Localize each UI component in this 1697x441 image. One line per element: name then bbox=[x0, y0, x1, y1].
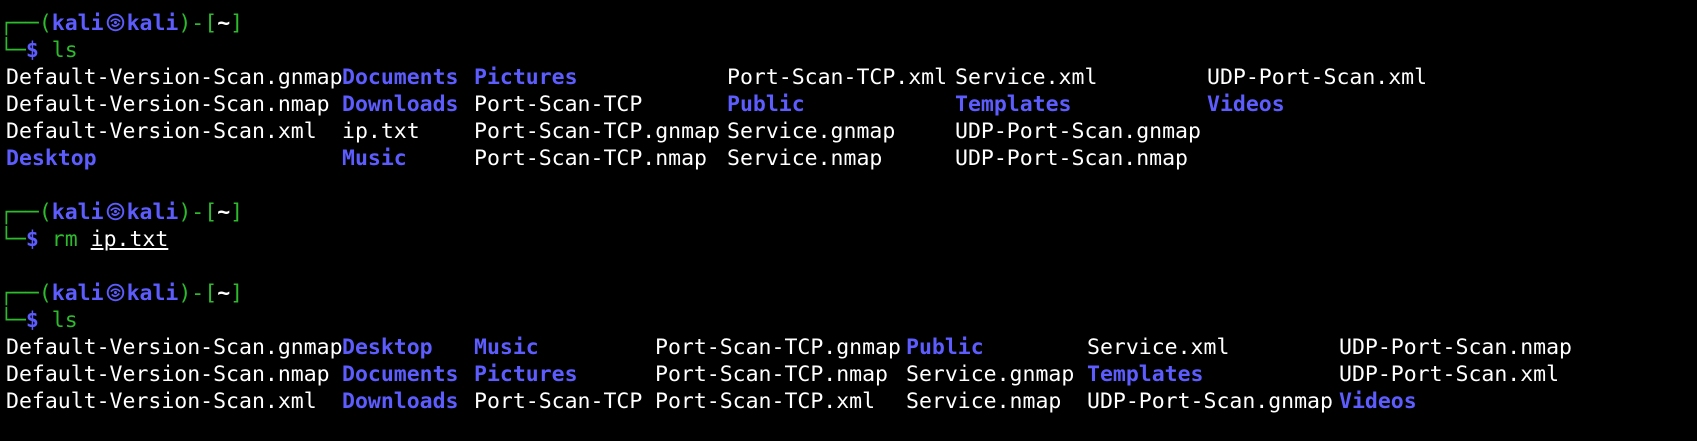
ls-file-entry: Port-Scan-TCP bbox=[474, 389, 643, 414]
ls-directory-entry: Music bbox=[474, 335, 539, 360]
ls-output-row: Default-Version-Scan.nmap Documents Pictur… bbox=[0, 361, 1697, 388]
ls-file-entry: Port-Scan-TCP bbox=[474, 92, 643, 117]
prompt-bracket: ] bbox=[230, 11, 244, 36]
prompt-corner-bottom: └─ bbox=[0, 227, 26, 252]
ls-file-entry: Service.xml bbox=[1087, 335, 1230, 360]
prompt-cwd: ~ bbox=[217, 11, 231, 36]
ls-file-entry: Service.xml bbox=[955, 65, 1098, 90]
ls-directory-entry: Documents bbox=[342, 65, 459, 90]
kali-skull-icon bbox=[106, 12, 125, 32]
kali-skull-icon bbox=[106, 282, 125, 302]
ls-directory-entry: Desktop bbox=[6, 146, 97, 171]
prompt-dollar: $ bbox=[25, 38, 39, 63]
prompt-paren: )-[ bbox=[178, 200, 218, 225]
prompt-line: ┌──(kali kali)-[~] bbox=[0, 199, 1697, 226]
kali-skull-icon bbox=[106, 201, 125, 221]
ls-directory-entry: Videos bbox=[1339, 389, 1417, 414]
ls-file-entry: Port-Scan-TCP.gnmap bbox=[474, 119, 720, 144]
prompt-paren: )-[ bbox=[178, 11, 218, 36]
ls-file-entry: Service.gnmap bbox=[906, 362, 1075, 387]
ls-directory-entry: Downloads bbox=[342, 92, 459, 117]
ls-output-row: Default-Version-Scan.gnmap Documents Pictu… bbox=[0, 64, 1697, 91]
command-line[interactable]: └─$ ls bbox=[0, 37, 1697, 64]
ls-file-entry: Default-Version-Scan.xml bbox=[6, 119, 317, 144]
ls-file-entry: Port-Scan-TCP.nmap bbox=[474, 146, 707, 171]
ls-output-row: Default-Version-Scan.gnmap Desktop Music Po… bbox=[0, 334, 1697, 361]
ls-directory-entry: Videos bbox=[1207, 92, 1285, 117]
ls-file-entry: Service.nmap bbox=[727, 146, 883, 171]
ls-file-entry: Port-Scan-TCP.xml bbox=[727, 65, 948, 90]
ls-file-entry: ip.txt bbox=[342, 119, 420, 144]
ls-directory-entry: Public bbox=[727, 92, 805, 117]
prompt-dollar: $ bbox=[25, 308, 39, 333]
ls-output-row: Default-Version-Scan.xml Downloads Port-Sc… bbox=[0, 388, 1697, 415]
prompt-corner-top: ┌──( bbox=[0, 281, 52, 306]
ls-file-entry: Service.nmap bbox=[906, 389, 1062, 414]
prompt-line: ┌──(kali kali)-[~] bbox=[0, 10, 1697, 37]
command-name: rm bbox=[51, 227, 78, 252]
ls-file-entry: UDP-Port-Scan.nmap bbox=[955, 146, 1188, 171]
prompt-user: kali bbox=[51, 11, 104, 36]
prompt-corner-top: ┌──( bbox=[0, 11, 52, 36]
command-args: ip.txt bbox=[90, 227, 169, 252]
ls-directory-entry: Public bbox=[906, 335, 984, 360]
ls-file-entry: UDP-Port-Scan.gnmap bbox=[1087, 389, 1333, 414]
ls-output-row: Default-Version-Scan.xml ip.txt Port-Scan-… bbox=[0, 118, 1697, 145]
prompt-dollar: $ bbox=[25, 227, 39, 252]
prompt-corner-bottom: └─ bbox=[0, 38, 26, 63]
command-line[interactable]: └─$ ls bbox=[0, 307, 1697, 334]
ls-file-entry: Default-Version-Scan.gnmap bbox=[6, 335, 343, 360]
ls-file-entry: Port-Scan-TCP.gnmap bbox=[655, 335, 901, 360]
ls-file-entry: Default-Version-Scan.nmap bbox=[6, 92, 330, 117]
prompt-corner-bottom: └─ bbox=[0, 308, 26, 333]
prompt-host: kali bbox=[126, 281, 179, 306]
prompt-line: ┌──(kali kali)-[~] bbox=[0, 280, 1697, 307]
ls-directory-entry: Pictures bbox=[474, 65, 578, 90]
prompt-user: kali bbox=[51, 281, 104, 306]
ls-file-entry: UDP-Port-Scan.nmap bbox=[1339, 335, 1572, 360]
ls-file-entry: Port-Scan-TCP.nmap bbox=[655, 362, 888, 387]
ls-file-entry: UDP-Port-Scan.xml bbox=[1207, 65, 1428, 90]
ls-output-row: Desktop Music Port-Scan-TCP.nmap Service.nm… bbox=[0, 145, 1697, 172]
prompt-user: kali bbox=[51, 200, 104, 225]
command-name: ls bbox=[51, 308, 78, 333]
ls-file-entry: Default-Version-Scan.gnmap bbox=[6, 65, 343, 90]
ls-directory-entry: Templates bbox=[955, 92, 1072, 117]
prompt-host: kali bbox=[126, 11, 179, 36]
ls-file-entry: Service.gnmap bbox=[727, 119, 896, 144]
prompt-paren: )-[ bbox=[178, 281, 218, 306]
ls-file-entry: UDP-Port-Scan.gnmap bbox=[955, 119, 1201, 144]
prompt-bracket: ] bbox=[230, 200, 244, 225]
terminal-window[interactable]: ┌──(kali kali)-[~] └─$ ls Default-Version-S… bbox=[0, 0, 1697, 441]
ls-directory-entry: Templates bbox=[1087, 362, 1204, 387]
prompt-corner-top: ┌──( bbox=[0, 200, 52, 225]
prompt-cwd: ~ bbox=[217, 281, 231, 306]
ls-directory-entry: Music bbox=[342, 146, 407, 171]
ls-file-entry: Default-Version-Scan.nmap bbox=[6, 362, 330, 387]
ls-directory-entry: Desktop bbox=[342, 335, 433, 360]
ls-file-entry: Default-Version-Scan.xml bbox=[6, 389, 317, 414]
command-name: ls bbox=[51, 38, 78, 63]
command-line[interactable]: └─$ rm ip.txt bbox=[0, 226, 1697, 253]
prompt-host: kali bbox=[126, 200, 179, 225]
ls-directory-entry: Downloads bbox=[342, 389, 459, 414]
ls-file-entry: UDP-Port-Scan.xml bbox=[1339, 362, 1560, 387]
ls-output-row: Default-Version-Scan.nmap Downloads Port-S… bbox=[0, 91, 1697, 118]
prompt-cwd: ~ bbox=[217, 200, 231, 225]
ls-directory-entry: Documents bbox=[342, 362, 459, 387]
ls-directory-entry: Pictures bbox=[474, 362, 578, 387]
ls-file-entry: Port-Scan-TCP.xml bbox=[655, 389, 876, 414]
prompt-bracket: ] bbox=[230, 281, 244, 306]
